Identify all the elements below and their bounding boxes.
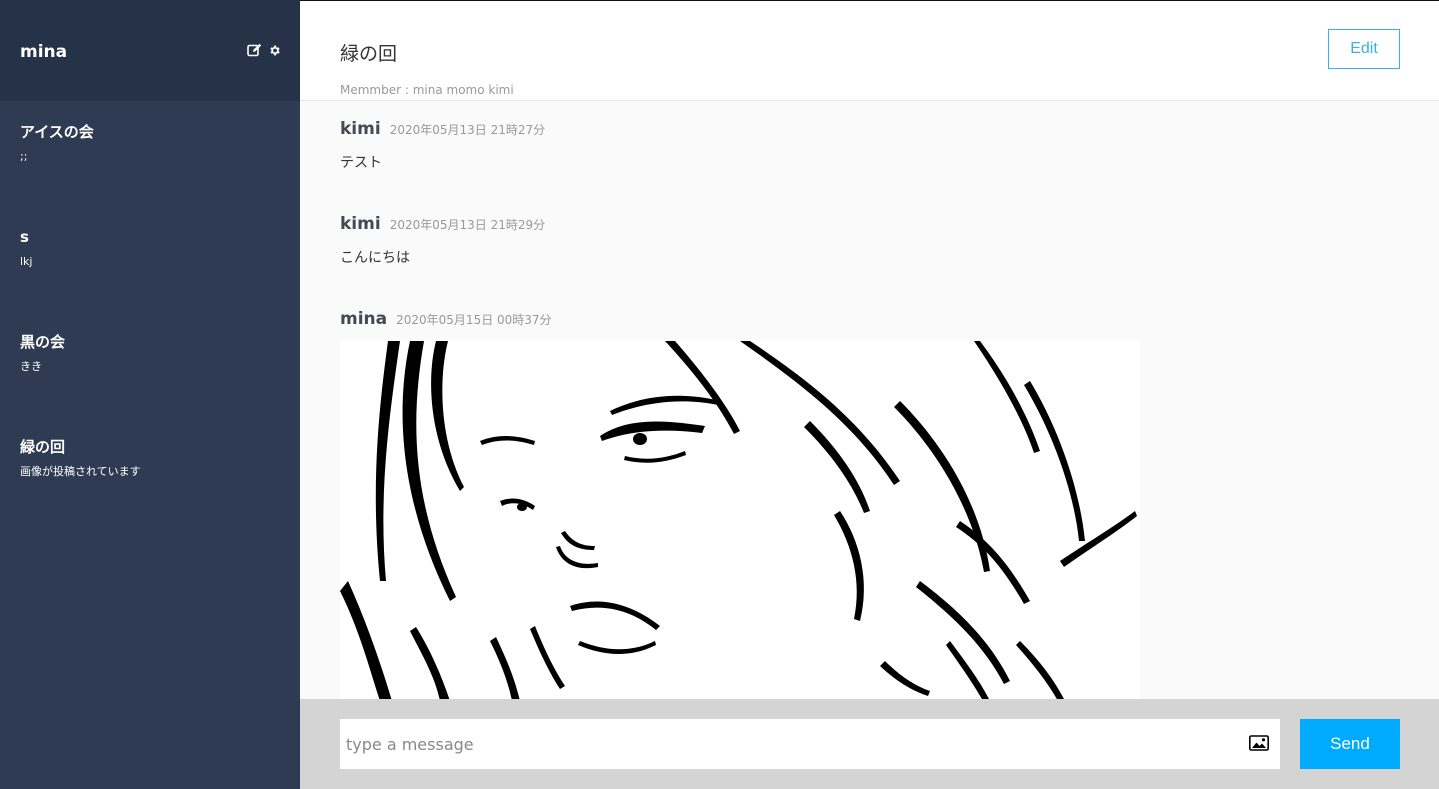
sidebar-header: mina (0, 0, 300, 101)
group-item[interactable]: s lkj (0, 206, 300, 311)
message-item: kimi 2020年05月13日 21時29分 こんにちは (340, 214, 545, 267)
group-name: アイスの会 (20, 123, 94, 141)
message-header: mina 2020年05月15日 00時37分 (340, 309, 1140, 329)
message-header: kimi 2020年05月13日 21時27分 (340, 119, 545, 139)
group-name: 黒の会 (20, 333, 66, 351)
group-last-message: ;; (20, 150, 28, 163)
send-button[interactable]: Send (1300, 719, 1400, 769)
group-item[interactable]: 緑の回 画像が投稿されています (0, 416, 300, 521)
group-item[interactable]: 黒の会 きき (0, 311, 300, 416)
message-item: mina 2020年05月15日 00時37分 (340, 309, 1140, 699)
chat-main: 緑の回 Memmber : mina momo kimi Edit kimi 2… (300, 0, 1439, 789)
message-item: kimi 2020年05月13日 21時27分 テスト (340, 119, 545, 172)
current-user-name: mina (20, 42, 68, 62)
message-user: kimi (340, 214, 381, 234)
message-date: 2020年05月13日 21時29分 (389, 218, 546, 232)
group-item[interactable]: アイスの会 ;; (0, 101, 300, 206)
message-input[interactable] (340, 719, 1240, 769)
line-art-portrait-image (340, 341, 1140, 699)
message-text: こんにちは (340, 250, 410, 266)
sidebar-header-icons (247, 43, 281, 57)
group-list: アイスの会 ;; s lkj 黒の会 きき 緑の回 画像が投稿されています (0, 101, 300, 521)
group-name: s (20, 228, 29, 246)
member-list: Memmber : mina momo kimi (340, 83, 514, 97)
message-input-wrapper (340, 719, 1280, 769)
chat-header: 緑の回 Memmber : mina momo kimi Edit (300, 1, 1439, 101)
message-image[interactable] (340, 341, 1140, 699)
image-icon[interactable] (1249, 735, 1269, 755)
edit-icon[interactable] (247, 43, 262, 57)
message-date: 2020年05月15日 00時37分 (396, 313, 552, 327)
message-list: kimi 2020年05月13日 21時27分 テスト kimi 2020年05… (300, 101, 1439, 699)
message-text: テスト (340, 155, 382, 171)
message-date: 2020年05月13日 21時27分 (389, 123, 546, 137)
room-title: 緑の回 (340, 43, 398, 65)
group-last-message: きき (20, 360, 42, 373)
sidebar: mina アイスの会 ;; s lkj 黒の会 きき 緑の回 画像が投稿されてい… (0, 0, 300, 789)
group-last-message: 画像が投稿されています (20, 465, 141, 478)
message-composer: Send (300, 699, 1439, 789)
message-user: kimi (340, 119, 381, 139)
group-name: 緑の回 (20, 438, 66, 456)
edit-button[interactable]: Edit (1328, 29, 1400, 69)
gear-icon[interactable] (268, 44, 281, 57)
message-user: mina (340, 309, 388, 329)
message-header: kimi 2020年05月13日 21時29分 (340, 214, 545, 234)
group-last-message: lkj (20, 255, 33, 268)
